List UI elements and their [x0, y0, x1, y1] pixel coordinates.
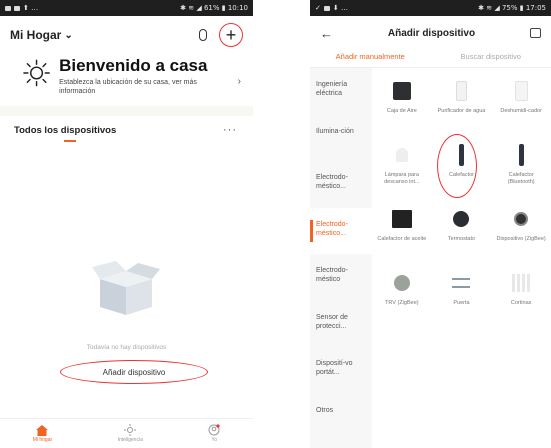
home-header: Mi Hogar ⌄ +	[0, 22, 253, 48]
add-device-button[interactable]: Añadir dispositivo	[60, 360, 208, 384]
page-title: Añadir dispositivo	[387, 27, 476, 39]
device-label: Puerta	[453, 300, 470, 306]
profile-icon	[208, 424, 220, 436]
category-item[interactable]: Otros	[310, 394, 372, 441]
device-item[interactable]: Calefactor de aceite	[372, 200, 432, 264]
device-item[interactable]: TRV (ZigBee)	[372, 264, 432, 328]
device-label: Cortinas	[510, 300, 532, 306]
air-box-icon	[391, 80, 413, 102]
status-bar: ⬆ … ✱ ≋ ◢ 61% ▮ 10:10	[0, 0, 253, 16]
device-item[interactable]: Purificador de agua	[432, 72, 492, 136]
home-icon	[36, 424, 49, 436]
empty-devices-area: Todavía no hay dispositivos Añadir dispo…	[0, 142, 253, 432]
device-label: Purificador de agua	[437, 108, 486, 114]
heater-bluetooth-icon	[510, 144, 532, 166]
device-item-highlighted[interactable]: Calefactor	[432, 134, 492, 200]
tab-add-manually[interactable]: Añadir manualmente	[310, 52, 431, 61]
dehumidifier-icon	[510, 80, 532, 102]
tab-search-device[interactable]: Buscar dispositivo	[431, 52, 551, 61]
welcome-banner[interactable]: Bienvenido a casa Establezca la ubicació…	[0, 48, 253, 106]
tab-smart[interactable]: Inteligencia	[118, 424, 143, 443]
zigbee-device-icon	[510, 208, 532, 230]
lamp-icon	[391, 144, 413, 166]
add-device-plus-button[interactable]: +	[219, 23, 243, 47]
welcome-title: Bienvenido a casa	[59, 56, 208, 75]
category-sidebar: Ingeniería eléctrica Ilumina-ción Electr…	[310, 68, 372, 448]
home-name: Mi Hogar	[10, 28, 62, 42]
device-label: Calefactor (Bluetooth)	[507, 172, 535, 185]
divider	[0, 106, 253, 116]
tab-smart-label: Inteligencia	[117, 437, 143, 443]
devices-header: Todos los dispositivos ···	[0, 120, 253, 140]
devices-title[interactable]: Todos los dispositivos	[14, 125, 116, 136]
device-label: Dispositivo (ZigBee)	[496, 236, 546, 242]
device-item[interactable]: Dispositivo (ZigBee)	[491, 200, 551, 264]
sun-icon	[124, 424, 137, 436]
water-purifier-icon	[450, 80, 472, 102]
add-mode-tabs: Añadir manualmente Buscar dispositivo	[310, 46, 551, 68]
curtain-icon	[510, 272, 532, 294]
more-options-icon[interactable]: ···	[223, 124, 237, 136]
chevron-down-icon: ⌄	[64, 29, 73, 41]
tab-me[interactable]: Yo	[208, 424, 220, 443]
chevron-right-icon: ›	[237, 76, 241, 87]
tab-me-label: Yo	[211, 437, 218, 443]
category-item[interactable]: Electrodo-méstico	[310, 254, 372, 301]
tab-home[interactable]: Mi hogar	[32, 424, 53, 443]
add-device-header: ← Añadir dispositivo	[310, 20, 551, 46]
device-item[interactable]: Puerta	[432, 264, 492, 328]
home-screen: ⬆ … ✱ ≋ ◢ 61% ▮ 10:10 Mi Hogar ⌄ + Bienv…	[0, 0, 253, 448]
scan-icon[interactable]	[529, 28, 541, 38]
category-item-selected[interactable]: Electrodo-méstico...	[310, 207, 372, 254]
door-icon	[450, 272, 472, 294]
device-item[interactable]: Termostato	[432, 200, 492, 264]
thermostat-icon	[450, 208, 472, 230]
device-item[interactable]: Lámpara para descanso int...	[372, 136, 432, 200]
device-label: Termostato	[447, 236, 476, 242]
oil-heater-icon	[391, 208, 413, 230]
back-arrow-icon[interactable]: ←	[320, 26, 333, 41]
category-item[interactable]: Sensor de protecci...	[310, 301, 372, 348]
empty-box-icon	[92, 261, 160, 315]
add-device-screen: ✓ ⬇ … ✱ ≋ ◢ 75% ▮ 17:05 ← Añadir disposit…	[310, 0, 551, 448]
device-label: Calefactor de aceite	[377, 236, 427, 242]
welcome-subtitle: Establezca la ubicación de su casa, ver …	[59, 79, 197, 95]
category-item[interactable]: Electrodo-méstico...	[310, 161, 372, 208]
bottom-tab-bar: Mi hogar Inteligencia Yo	[0, 418, 253, 448]
category-item[interactable]: Ingeniería eléctrica	[310, 68, 372, 115]
device-item[interactable]: Caja de Aire	[372, 72, 432, 136]
device-grid: Caja de Aire Purificador de agua Deshumi…	[372, 68, 551, 448]
empty-state-text: Todavía no hay dispositivos	[86, 344, 167, 351]
device-item[interactable]: Calefactor (Bluetooth)	[491, 136, 551, 200]
device-label: Caja de Aire	[386, 108, 417, 114]
trv-icon	[391, 272, 413, 294]
device-item[interactable]: Deshumidi-cador	[491, 72, 551, 136]
microphone-icon[interactable]	[199, 29, 207, 41]
sun-icon	[23, 59, 50, 87]
highlight-circle	[436, 134, 477, 198]
device-label: Deshumidi-cador	[500, 108, 542, 114]
device-label: Lámpara para descanso int...	[384, 172, 420, 185]
category-item[interactable]: Disposití-vo portát...	[310, 347, 372, 394]
device-label: TRV (ZigBee)	[385, 300, 419, 306]
tab-home-label: Mi hogar	[32, 436, 53, 443]
category-item[interactable]: Ilumina-ción	[310, 115, 372, 162]
device-item[interactable]: Cortinas	[491, 264, 551, 328]
status-bar: ✓ ⬇ … ✱ ≋ ◢ 75% ▮ 17:05	[310, 0, 551, 16]
home-selector[interactable]: Mi Hogar ⌄	[10, 28, 73, 42]
